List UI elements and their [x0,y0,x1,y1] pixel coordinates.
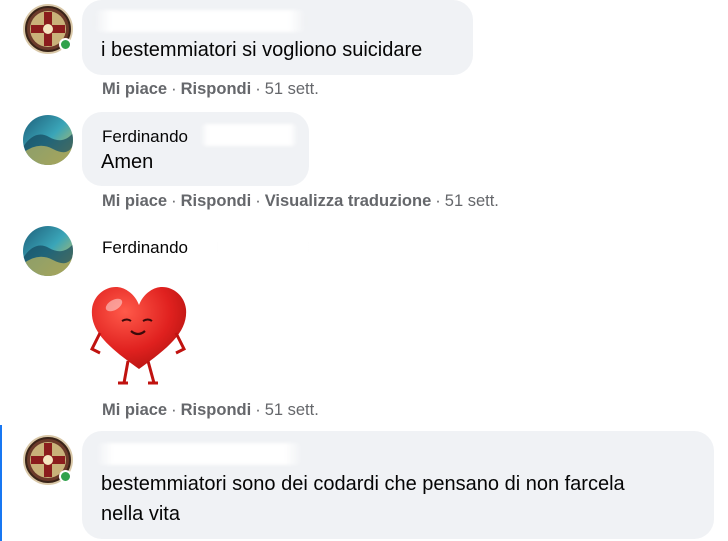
like-link[interactable]: Mi piace [102,401,167,419]
comment-text: Amen [101,151,154,173]
comment-bubble: Ferdinando Amen [82,112,309,186]
redacted-author-surname [200,124,298,146]
comment-text-line-1: bestemmiatori sono dei codardi che pensa… [101,473,625,495]
comment-author[interactable]: Ferdinando [102,238,188,258]
comment-author[interactable]: Ferdinando [102,127,188,147]
redacted-author-name [94,10,306,32]
avatar[interactable] [23,226,73,276]
redacted-author-surname [218,236,308,258]
comment-timestamp[interactable]: 51 sett. [265,80,319,98]
comment-timestamp[interactable]: 51 sett. [265,401,319,419]
see-translation-link[interactable]: Visualizza traduzione [265,192,432,210]
redacted-author-name [96,443,302,465]
comment-bubble: i bestemmiatori si vogliono suicidare [82,0,473,75]
avatar[interactable] [23,115,73,165]
reply-link[interactable]: Rispondi [181,80,252,98]
comment-text-line-2: nella vita [101,503,180,525]
comment-bubble: bestemmiatori sono dei codardi che pensa… [82,431,714,539]
comment-text: i bestemmiatori si vogliono suicidare [101,39,423,61]
comment-actions: Mi piace · Rispondi · 51 sett. [102,80,319,98]
wave-avatar-icon [23,115,73,165]
comment-actions: Mi piace · Rispondi · 51 sett. [102,401,319,419]
online-status-icon [59,38,72,51]
like-link[interactable]: Mi piace [102,80,167,98]
comment-actions: Mi piace · Rispondi · Visualizza traduzione ·… [102,192,499,210]
reply-link[interactable]: Rispondi [181,401,252,419]
heart-sticker-icon[interactable] [88,283,190,387]
like-link[interactable]: Mi piace [102,192,167,210]
online-status-icon [59,470,72,483]
comment-timestamp[interactable]: 51 sett. [445,192,499,210]
active-comment-indicator [0,425,2,541]
reply-link[interactable]: Rispondi [181,192,252,210]
wave-avatar-icon [23,226,73,276]
